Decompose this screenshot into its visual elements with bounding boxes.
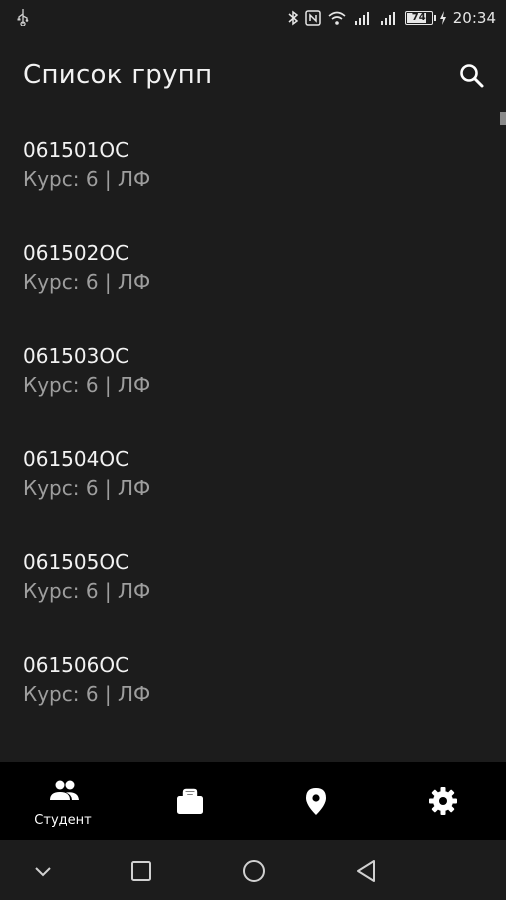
list-item[interactable]: 061503ОС Курс: 6 | ЛФ bbox=[0, 336, 506, 436]
list-item[interactable]: 061504ОС Курс: 6 | ЛФ bbox=[0, 439, 506, 539]
list-item[interactable]: 061506ОС Курс: 6 | ЛФ bbox=[0, 645, 506, 745]
usb-icon bbox=[17, 9, 29, 26]
list-item[interactable]: 061502ОС Курс: 6 | ЛФ bbox=[0, 233, 506, 333]
status-time: 20:34 bbox=[452, 9, 496, 27]
group-info: Курс: 6 | ЛФ bbox=[23, 167, 151, 191]
recents-icon[interactable] bbox=[126, 856, 156, 886]
list-item[interactable]: 061501ОС Курс: 6 | ЛФ bbox=[0, 130, 506, 230]
chevron-down-icon[interactable] bbox=[28, 856, 58, 886]
group-name: 061505ОС bbox=[23, 550, 130, 574]
people-icon bbox=[50, 780, 79, 800]
group-info: Курс: 6 | ЛФ bbox=[23, 270, 151, 294]
signal-icon bbox=[354, 12, 369, 25]
wifi-icon bbox=[328, 11, 346, 25]
charging-icon bbox=[439, 11, 446, 25]
group-name: 061502ОС bbox=[23, 241, 130, 265]
group-info: Курс: 6 | ЛФ bbox=[23, 682, 151, 706]
battery-icon: 74 bbox=[404, 11, 436, 25]
group-name: 061504ОС bbox=[23, 447, 130, 471]
nfc-icon bbox=[305, 10, 321, 26]
group-info: Курс: 6 | ЛФ bbox=[23, 373, 151, 397]
group-name: 061503ОС bbox=[23, 344, 130, 368]
nav-item-student[interactable]: Студент bbox=[0, 762, 126, 840]
search-button[interactable] bbox=[454, 58, 490, 94]
search-icon bbox=[460, 64, 484, 88]
nav-item-work[interactable] bbox=[127, 762, 253, 840]
group-info: Курс: 6 | ЛФ bbox=[23, 476, 151, 500]
group-name: 061506ОС bbox=[23, 653, 130, 677]
group-info: Курс: 6 | ЛФ bbox=[23, 579, 151, 603]
bluetooth-icon bbox=[288, 10, 298, 26]
group-name: 061501ОС bbox=[23, 138, 130, 162]
bottom-navigation: Студент bbox=[0, 762, 506, 840]
nav-item-location[interactable] bbox=[253, 762, 379, 840]
home-icon[interactable] bbox=[239, 856, 269, 886]
nav-label-student: Студент bbox=[34, 813, 92, 828]
scrollbar-thumb[interactable] bbox=[500, 112, 506, 125]
system-navigation-bar bbox=[0, 840, 506, 900]
back-icon[interactable] bbox=[352, 856, 382, 886]
briefcase-icon bbox=[177, 788, 203, 814]
location-pin-icon bbox=[306, 788, 326, 815]
signal-icon bbox=[380, 12, 395, 25]
app-bar: Список групп bbox=[0, 36, 506, 116]
status-bar: 74 20:34 bbox=[0, 0, 506, 36]
battery-level: 74 bbox=[411, 12, 426, 23]
list-item[interactable]: 061505ОС Курс: 6 | ЛФ bbox=[0, 542, 506, 642]
gear-icon bbox=[429, 787, 457, 815]
nav-item-settings[interactable] bbox=[380, 762, 506, 840]
page-title: Список групп bbox=[23, 60, 213, 90]
